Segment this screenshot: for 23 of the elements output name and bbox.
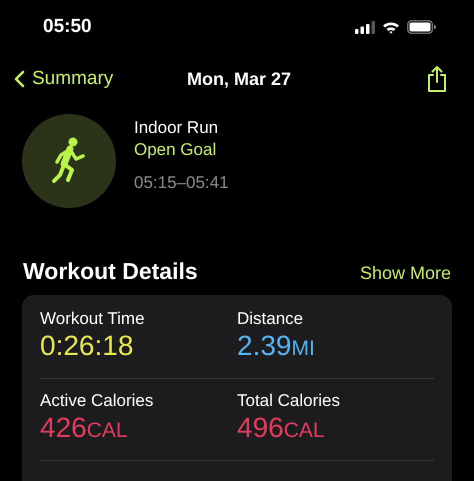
- back-link[interactable]: Summary: [14, 68, 114, 90]
- workout-goal: Open Goal: [134, 139, 218, 161]
- chevron-left-icon: [14, 70, 25, 88]
- metric-label: Active Calories: [40, 390, 154, 412]
- metric-value: 0:26:18: [40, 330, 134, 362]
- metric-label: Total Calories: [237, 390, 341, 412]
- share-icon: [426, 65, 448, 93]
- show-more-link[interactable]: Show More: [360, 263, 451, 284]
- metric-label: Distance: [237, 308, 304, 330]
- share-button[interactable]: [426, 65, 448, 93]
- workout-name: Indoor Run: [134, 117, 220, 139]
- status-time: 05:50: [43, 16, 92, 38]
- nav-title: Mon, Mar 27: [186, 68, 292, 90]
- metric-label: Workout Time: [40, 308, 146, 330]
- signal-icon: [355, 20, 375, 34]
- workout-time-range: 05:15–05:41: [134, 173, 229, 193]
- metric-value: 2.39MI: [237, 330, 316, 363]
- metric-value: 426CAL: [40, 412, 129, 445]
- section-title: Workout Details: [23, 258, 198, 285]
- metric-value: 496CAL: [237, 412, 326, 445]
- battery-icon: [407, 20, 436, 34]
- wifi-icon: [382, 20, 400, 34]
- running-figure-icon: [52, 137, 86, 185]
